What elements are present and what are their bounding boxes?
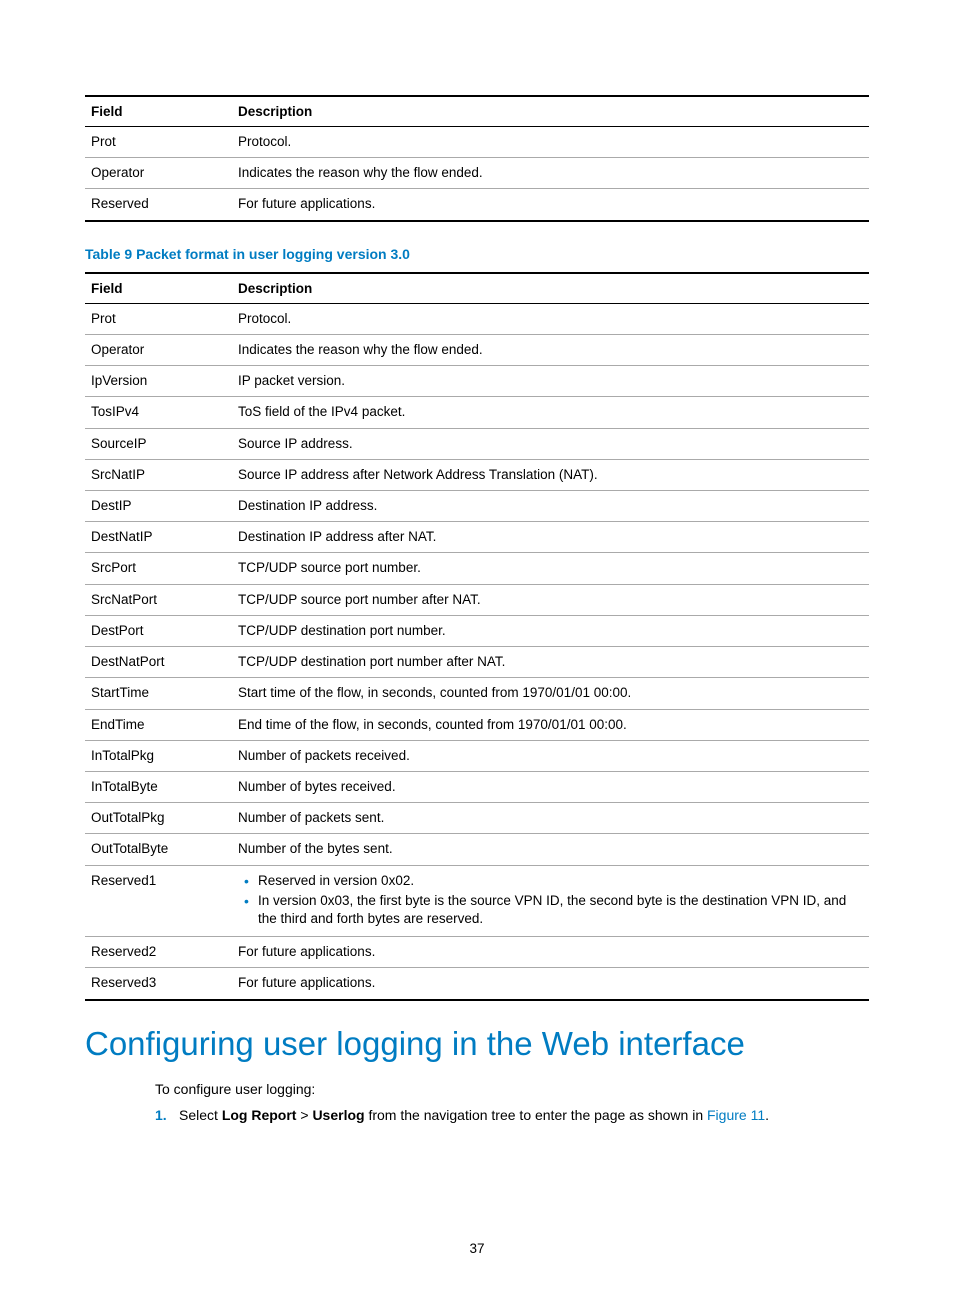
col-field: Field (85, 273, 232, 304)
step-text: from the navigation tree to enter the pa… (365, 1107, 707, 1123)
table-row: TosIPv4ToS field of the IPv4 packet. (85, 397, 869, 428)
cell-desc: Number of the bytes sent. (232, 834, 869, 865)
cell-desc: ToS field of the IPv4 packet. (232, 397, 869, 428)
cell-field: DestNatPort (85, 647, 232, 678)
table-row: DestIPDestination IP address. (85, 490, 869, 521)
cell-field: StartTime (85, 678, 232, 709)
table-row: InTotalByteNumber of bytes received. (85, 771, 869, 802)
table-row: IpVersionIP packet version. (85, 366, 869, 397)
cell-desc: Indicates the reason why the flow ended. (232, 334, 869, 365)
cell-desc: Source IP address after Network Address … (232, 459, 869, 490)
table-row: DestNatIPDestination IP address after NA… (85, 522, 869, 553)
cell-desc: IP packet version. (232, 366, 869, 397)
cell-desc: TCP/UDP destination port number after NA… (232, 647, 869, 678)
cell-field: Reserved1 (85, 865, 232, 937)
cell-field: Reserved2 (85, 937, 232, 968)
cell-field: InTotalPkg (85, 740, 232, 771)
cell-desc: Source IP address. (232, 428, 869, 459)
table9-caption: Table 9 Packet format in user logging ve… (85, 246, 869, 262)
cell-field: DestIP (85, 490, 232, 521)
col-description: Description (232, 273, 869, 304)
table-row: Reserved2For future applications. (85, 937, 869, 968)
section-heading: Configuring user logging in the Web inte… (85, 1025, 869, 1063)
table-row: OutTotalPkgNumber of packets sent. (85, 803, 869, 834)
cell-desc: Indicates the reason why the flow ended. (232, 158, 869, 189)
cell-desc: TCP/UDP source port number. (232, 553, 869, 584)
table-row: Reserved3For future applications. (85, 968, 869, 1000)
intro-text: To configure user logging: (155, 1081, 869, 1097)
step-text: . (765, 1107, 769, 1123)
cell-desc: TCP/UDP destination port number. (232, 615, 869, 646)
table-row: OutTotalByteNumber of the bytes sent. (85, 834, 869, 865)
step-bold: Log Report (222, 1107, 297, 1123)
cell-field: SourceIP (85, 428, 232, 459)
table-continued: Field Description Prot Protocol. Operato… (85, 95, 869, 222)
cell-desc: For future applications. (232, 968, 869, 1000)
cell-desc: For future applications. (232, 189, 869, 221)
cell-desc: Destination IP address. (232, 490, 869, 521)
page-number: 37 (0, 1241, 954, 1256)
cell-desc: For future applications. (232, 937, 869, 968)
cell-field: Prot (85, 127, 232, 158)
table-header-row: Field Description (85, 273, 869, 304)
list-item: In version 0x03, the first byte is the s… (258, 892, 863, 928)
step-bold: Userlog (312, 1107, 364, 1123)
table-row: DestNatPortTCP/UDP destination port numb… (85, 647, 869, 678)
cell-field: OutTotalPkg (85, 803, 232, 834)
cell-desc: Number of packets received. (232, 740, 869, 771)
list-item: Reserved in version 0x02. (258, 872, 863, 890)
cell-field: InTotalByte (85, 771, 232, 802)
cell-field: DestNatIP (85, 522, 232, 553)
table9: Field Description ProtProtocol.OperatorI… (85, 272, 869, 1001)
cell-field: IpVersion (85, 366, 232, 397)
table-row: InTotalPkgNumber of packets received. (85, 740, 869, 771)
table-row: DestPortTCP/UDP destination port number. (85, 615, 869, 646)
cell-field: TosIPv4 (85, 397, 232, 428)
cell-field: EndTime (85, 709, 232, 740)
table-row: StartTimeStart time of the flow, in seco… (85, 678, 869, 709)
table-row: Reserved For future applications. (85, 189, 869, 221)
table-row: EndTimeEnd time of the flow, in seconds,… (85, 709, 869, 740)
cell-field: SrcNatIP (85, 459, 232, 490)
step-text: > (296, 1107, 312, 1123)
table-row: Reserved1 Reserved in version 0x02. In ver… (85, 865, 869, 937)
step-body: Select Log Report > Userlog from the nav… (179, 1107, 869, 1123)
table-row: Operator Indicates the reason why the fl… (85, 158, 869, 189)
cell-field: Operator (85, 334, 232, 365)
cell-desc: Start time of the flow, in seconds, coun… (232, 678, 869, 709)
cell-desc: Destination IP address after NAT. (232, 522, 869, 553)
col-description: Description (232, 96, 869, 127)
cell-desc: Number of packets sent. (232, 803, 869, 834)
step-1: 1. Select Log Report > Userlog from the … (155, 1107, 869, 1123)
cell-field: Operator (85, 158, 232, 189)
table-header-row: Field Description (85, 96, 869, 127)
cell-field: OutTotalByte (85, 834, 232, 865)
cell-desc: Number of bytes received. (232, 771, 869, 802)
table-row: Prot Protocol. (85, 127, 869, 158)
col-field: Field (85, 96, 232, 127)
table-row: ProtProtocol. (85, 303, 869, 334)
figure-link[interactable]: Figure 11 (707, 1107, 765, 1123)
cell-desc: Reserved in version 0x02. In version 0x03… (232, 865, 869, 937)
table-row: OperatorIndicates the reason why the flo… (85, 334, 869, 365)
table-row: SourceIPSource IP address. (85, 428, 869, 459)
table-row: SrcNatIPSource IP address after Network … (85, 459, 869, 490)
step-number: 1. (155, 1107, 179, 1123)
cell-desc: Protocol. (232, 303, 869, 334)
table-row: SrcNatPortTCP/UDP source port number aft… (85, 584, 869, 615)
cell-field: DestPort (85, 615, 232, 646)
cell-desc: End time of the flow, in seconds, counte… (232, 709, 869, 740)
cell-field: Prot (85, 303, 232, 334)
cell-field: SrcNatPort (85, 584, 232, 615)
cell-desc: Protocol. (232, 127, 869, 158)
reserved1-list: Reserved in version 0x02. In version 0x03… (238, 872, 863, 929)
cell-field: SrcPort (85, 553, 232, 584)
step-text: Select (179, 1107, 222, 1123)
cell-desc: TCP/UDP source port number after NAT. (232, 584, 869, 615)
cell-field: Reserved3 (85, 968, 232, 1000)
cell-field: Reserved (85, 189, 232, 221)
table-row: SrcPortTCP/UDP source port number. (85, 553, 869, 584)
